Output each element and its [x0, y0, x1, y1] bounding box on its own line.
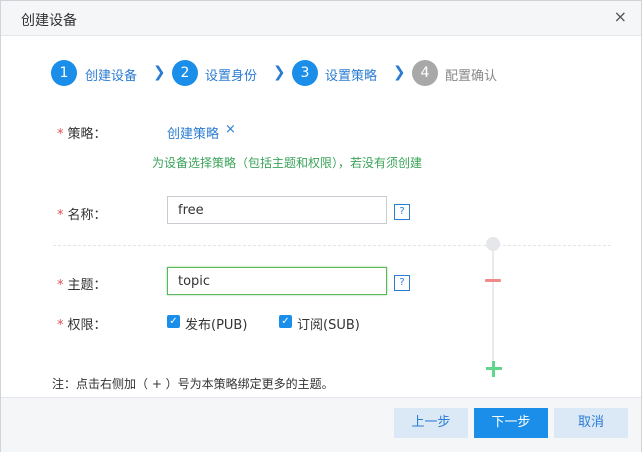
- step-2-number: 2: [172, 60, 198, 86]
- required-mark: *: [57, 127, 64, 142]
- step-1-number: 1: [51, 60, 77, 86]
- topic-help-icon[interactable]: ?: [394, 275, 410, 291]
- remove-topic-icon[interactable]: [485, 279, 501, 282]
- track-handle: [486, 237, 500, 251]
- sub-checkbox-label: 订阅(SUB): [297, 318, 360, 333]
- topic-label-text: 主题：: [67, 278, 107, 293]
- step-3-label: 设置策略: [325, 69, 378, 84]
- required-mark: *: [57, 318, 64, 333]
- permission-label: * 权限：: [57, 314, 107, 333]
- next-button[interactable]: 下一步: [474, 408, 548, 438]
- chevron-right-icon: ❯: [153, 63, 166, 81]
- topic-list-track: [492, 246, 494, 371]
- topic-input[interactable]: [167, 267, 387, 295]
- pub-checkbox[interactable]: ✓: [167, 315, 180, 328]
- step-2-label: 设置身份: [205, 69, 258, 84]
- topic-label: * 主题：: [57, 274, 107, 293]
- policy-hint: 为设备选择策略（包括主题和权限），若没有须创建: [152, 156, 423, 170]
- required-mark: *: [57, 278, 64, 293]
- section-divider: [53, 245, 611, 246]
- add-topic-icon[interactable]: [492, 361, 495, 377]
- prev-button[interactable]: 上一步: [394, 408, 468, 438]
- policy-label-text: 策略：: [67, 127, 107, 142]
- policy-label: * 策略：: [57, 123, 107, 142]
- step-1-label: 创建设备: [85, 69, 138, 84]
- dialog-title: 创建设备: [21, 13, 77, 29]
- permission-label-text: 权限：: [67, 318, 107, 333]
- name-input[interactable]: [167, 196, 387, 224]
- create-policy-link[interactable]: 创建策略: [167, 123, 219, 142]
- sub-checkbox[interactable]: ✓: [279, 315, 292, 328]
- step-4-number: 4: [412, 60, 438, 86]
- cancel-button[interactable]: 取消: [554, 408, 628, 438]
- dialog-titlebar: 创建设备 ×: [1, 1, 641, 36]
- add-topic-note: 注：点击右侧加（ + ）号为本策略绑定更多的主题。: [52, 377, 334, 391]
- chevron-right-icon: ❯: [393, 63, 406, 81]
- name-help-icon[interactable]: ?: [394, 204, 410, 220]
- name-label: * 名称：: [57, 204, 107, 223]
- step-3-number: 3: [292, 60, 318, 86]
- remove-policy-icon[interactable]: ×: [225, 122, 236, 137]
- name-label-text: 名称：: [67, 208, 107, 223]
- close-icon[interactable]: ×: [614, 9, 627, 25]
- step-4-label: 配置确认: [445, 69, 498, 84]
- create-device-dialog: 创建设备 × 1 创建设备 ❯ 2 设置身份 ❯ 3 设置策略 ❯ 4 配置确认…: [0, 0, 642, 452]
- required-mark: *: [57, 208, 64, 223]
- chevron-right-icon: ❯: [273, 63, 286, 81]
- pub-checkbox-label: 发布(PUB): [185, 318, 248, 333]
